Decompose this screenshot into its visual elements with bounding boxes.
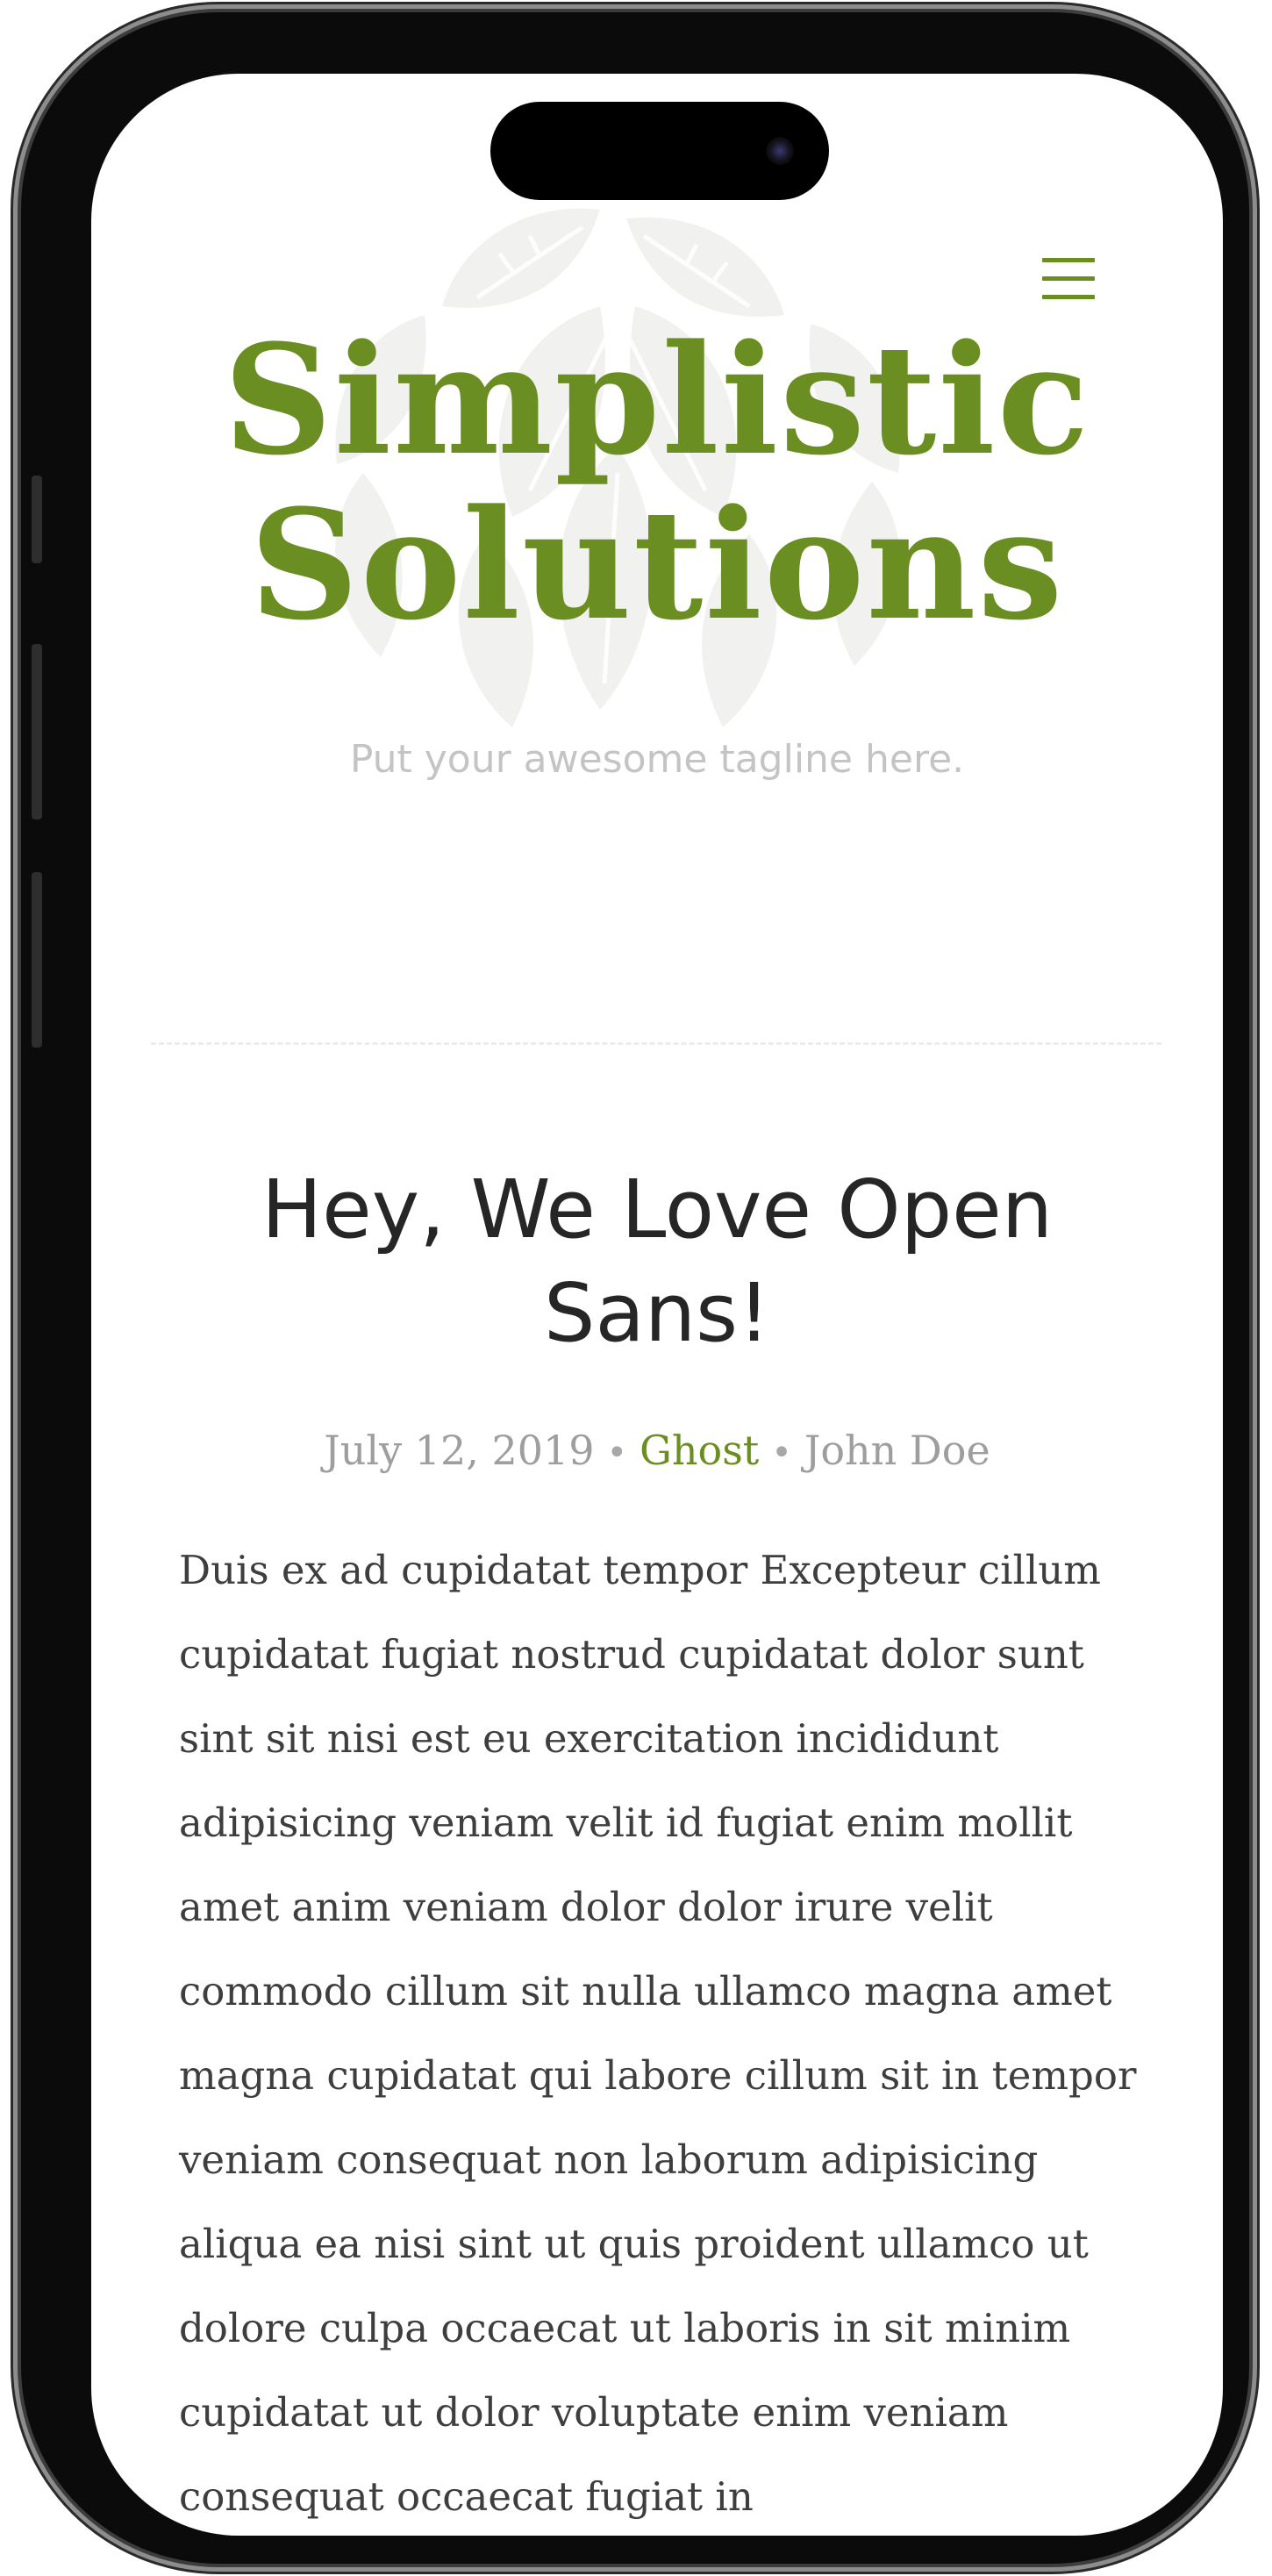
post-meta: July 12, 2019 • Ghost • John Doe (91, 1427, 1223, 1474)
post-author: John Doe (804, 1427, 990, 1474)
dynamic-island (490, 102, 829, 200)
site-title-line2: Solutions (249, 476, 1065, 654)
post-title[interactable]: Hey, We Love Open Sans! (197, 1158, 1118, 1365)
header-divider (151, 1042, 1161, 1045)
phone-frame: Simplistic Solutions Put your awesome ta… (21, 12, 1249, 2564)
volume-up-button (32, 644, 42, 819)
post-excerpt: Duis ex ad cupidatat tempor Excepteur ci… (179, 1547, 1137, 2520)
site-title[interactable]: Simplistic Solutions (91, 318, 1223, 648)
screen: Simplistic Solutions Put your awesome ta… (91, 74, 1223, 2536)
hamburger-menu-icon-bar (1042, 295, 1095, 299)
volume-down-button (32, 872, 42, 1048)
hamburger-menu-icon-bar (1042, 276, 1095, 281)
post-tag-link[interactable]: Ghost (640, 1427, 759, 1474)
menu-button[interactable] (1040, 254, 1097, 304)
post-date: July 12, 2019 (324, 1427, 595, 1474)
site-title-line1: Simplistic (223, 311, 1091, 489)
meta-separator: • (771, 1433, 792, 1473)
hamburger-menu-icon (1042, 258, 1095, 262)
front-camera-icon (766, 137, 794, 165)
site-tagline: Put your awesome tagline here. (349, 737, 965, 782)
action-button (32, 476, 42, 563)
meta-separator: • (606, 1433, 628, 1473)
